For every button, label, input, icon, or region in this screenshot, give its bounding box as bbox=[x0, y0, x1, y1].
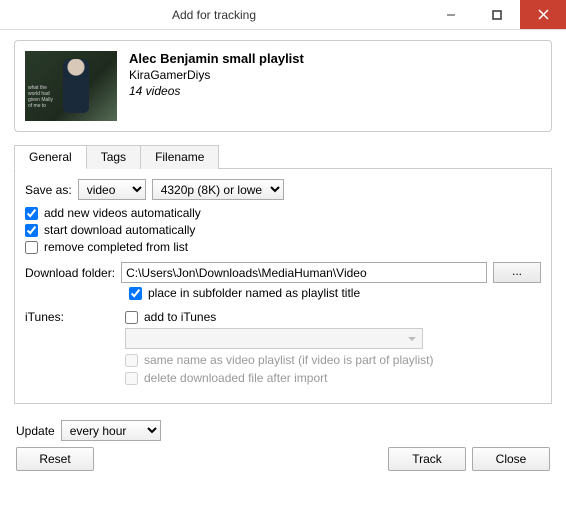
download-folder-input[interactable] bbox=[121, 262, 487, 283]
update-interval-select[interactable]: every hour bbox=[61, 420, 161, 441]
playlist-author: KiraGamerDiys bbox=[129, 68, 304, 82]
tab-filename[interactable]: Filename bbox=[141, 145, 219, 169]
close-window-button[interactable] bbox=[520, 0, 566, 29]
start-download-checkbox[interactable] bbox=[25, 224, 38, 237]
close-button[interactable]: Close bbox=[472, 447, 550, 471]
add-to-itunes-checkbox[interactable] bbox=[125, 311, 138, 324]
delete-after-checkbox bbox=[125, 372, 138, 385]
save-as-label: Save as: bbox=[25, 183, 72, 197]
add-new-videos-label: add new videos automatically bbox=[44, 206, 201, 220]
tab-general[interactable]: General bbox=[14, 145, 87, 169]
titlebar: Add for tracking bbox=[0, 0, 566, 30]
itunes-playlist-select bbox=[125, 328, 423, 349]
tabstrip: General Tags Filename bbox=[14, 145, 552, 169]
add-new-videos-checkbox[interactable] bbox=[25, 207, 38, 220]
quality-select[interactable]: 4320p (8K) or lower bbox=[152, 179, 284, 200]
minimize-button[interactable] bbox=[428, 0, 474, 29]
same-name-checkbox bbox=[125, 354, 138, 367]
download-folder-label: Download folder: bbox=[25, 266, 115, 280]
tab-tags[interactable]: Tags bbox=[87, 145, 141, 169]
playlist-info-panel: what the world had given Mally of me to … bbox=[14, 40, 552, 132]
reset-button[interactable]: Reset bbox=[16, 447, 94, 471]
remove-completed-checkbox[interactable] bbox=[25, 241, 38, 254]
same-name-label: same name as video playlist (if video is… bbox=[144, 353, 433, 367]
playlist-info-text: Alec Benjamin small playlist KiraGamerDi… bbox=[129, 51, 304, 121]
maximize-button[interactable] bbox=[474, 0, 520, 29]
delete-after-label: delete downloaded file after import bbox=[144, 371, 327, 385]
save-as-select[interactable]: video bbox=[78, 179, 146, 200]
playlist-video-count: 14 videos bbox=[129, 84, 304, 98]
subfolder-checkbox[interactable] bbox=[129, 287, 142, 300]
track-button[interactable]: Track bbox=[388, 447, 466, 471]
itunes-label: iTunes: bbox=[25, 310, 119, 385]
remove-completed-label: remove completed from list bbox=[44, 240, 188, 254]
start-download-label: start download automatically bbox=[44, 223, 195, 237]
playlist-title: Alec Benjamin small playlist bbox=[129, 51, 304, 66]
window-title: Add for tracking bbox=[0, 8, 428, 22]
subfolder-label: place in subfolder named as playlist tit… bbox=[148, 286, 360, 300]
add-to-itunes-label: add to iTunes bbox=[144, 310, 216, 324]
tab-panel-general: Save as: video 4320p (8K) or lower add n… bbox=[14, 168, 552, 404]
playlist-thumbnail: what the world had given Mally of me to bbox=[25, 51, 117, 121]
update-label: Update bbox=[16, 424, 55, 438]
browse-button[interactable]: ... bbox=[493, 262, 541, 283]
window-buttons bbox=[428, 0, 566, 29]
